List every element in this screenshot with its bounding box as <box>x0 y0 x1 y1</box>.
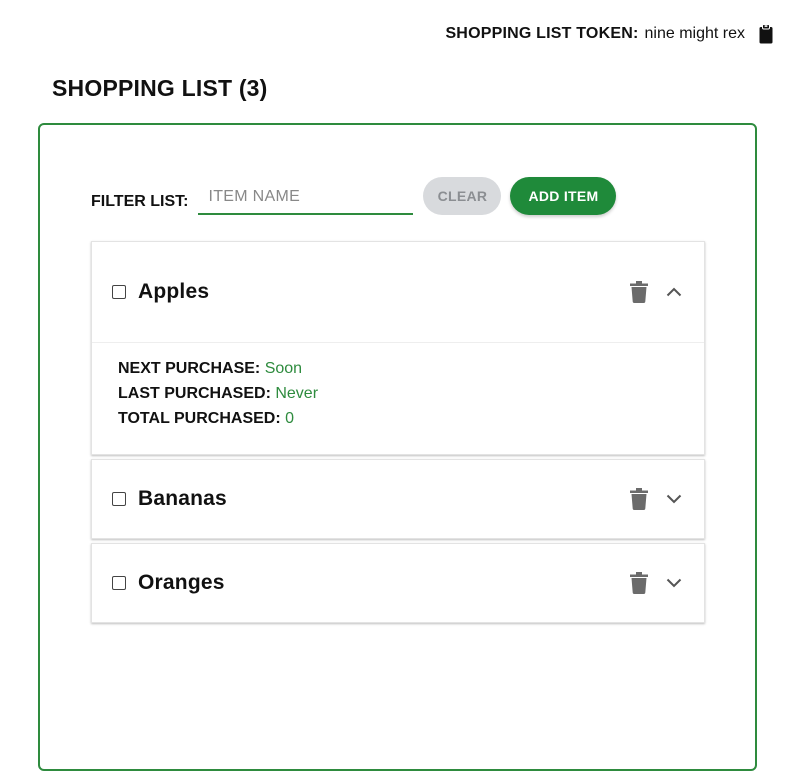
purchased-checkbox[interactable] <box>112 576 126 590</box>
trash-icon[interactable] <box>630 572 648 594</box>
item-header[interactable]: Bananas <box>92 460 704 538</box>
shopping-list-panel: FILTER LIST: CLEAR ADD ITEM Apples <box>38 123 757 771</box>
clear-button[interactable]: CLEAR <box>423 177 502 215</box>
filter-row: FILTER LIST: CLEAR ADD ITEM <box>91 176 617 216</box>
next-purchase-row: NEXT PURCHASE: Soon <box>118 356 678 381</box>
trash-icon[interactable] <box>630 488 648 510</box>
total-purchased-row: TOTAL PURCHASED: 0 <box>118 406 678 431</box>
last-purchased-label: LAST PURCHASED: <box>118 385 271 402</box>
token-bar: SHOPPING LIST TOKEN: nine might rex <box>445 23 773 45</box>
chevron-down-icon[interactable] <box>666 578 682 588</box>
trash-icon[interactable] <box>630 281 648 303</box>
chevron-down-icon[interactable] <box>666 494 682 504</box>
add-item-button[interactable]: ADD ITEM <box>510 177 617 215</box>
purchased-checkbox[interactable] <box>112 285 126 299</box>
last-purchased-row: LAST PURCHASED: Never <box>118 381 678 406</box>
clipboard-icon[interactable] <box>759 24 773 44</box>
item-details: NEXT PURCHASE: Soon LAST PURCHASED: Neve… <box>92 342 704 454</box>
item-name: Apples <box>138 280 210 303</box>
next-purchase-label: NEXT PURCHASE: <box>118 360 261 377</box>
item-header[interactable]: Oranges <box>92 544 704 622</box>
chevron-up-icon[interactable] <box>666 287 682 297</box>
filter-label: FILTER LIST: <box>91 193 189 210</box>
token-value: nine might rex <box>644 25 746 42</box>
total-purchased-value: 0 <box>285 410 295 427</box>
total-purchased-label: TOTAL PURCHASED: <box>118 410 281 427</box>
page-title: SHOPPING LIST (3) <box>52 75 268 101</box>
filter-input[interactable] <box>198 181 414 215</box>
next-purchase-value: Soon <box>264 360 303 377</box>
list-item: Bananas <box>91 459 705 539</box>
purchased-checkbox[interactable] <box>112 492 126 506</box>
last-purchased-value: Never <box>275 385 319 402</box>
token-label: SHOPPING LIST TOKEN: <box>445 25 639 42</box>
item-name: Bananas <box>138 487 227 510</box>
item-header[interactable]: Apples <box>92 242 704 342</box>
list-item: Oranges <box>91 543 705 623</box>
item-name: Oranges <box>138 571 225 594</box>
list-item: Apples NEXT PURCHASE: Soon LAST PURCHASE… <box>91 241 705 455</box>
item-list: Apples NEXT PURCHASE: Soon LAST PURCHASE… <box>91 241 705 627</box>
